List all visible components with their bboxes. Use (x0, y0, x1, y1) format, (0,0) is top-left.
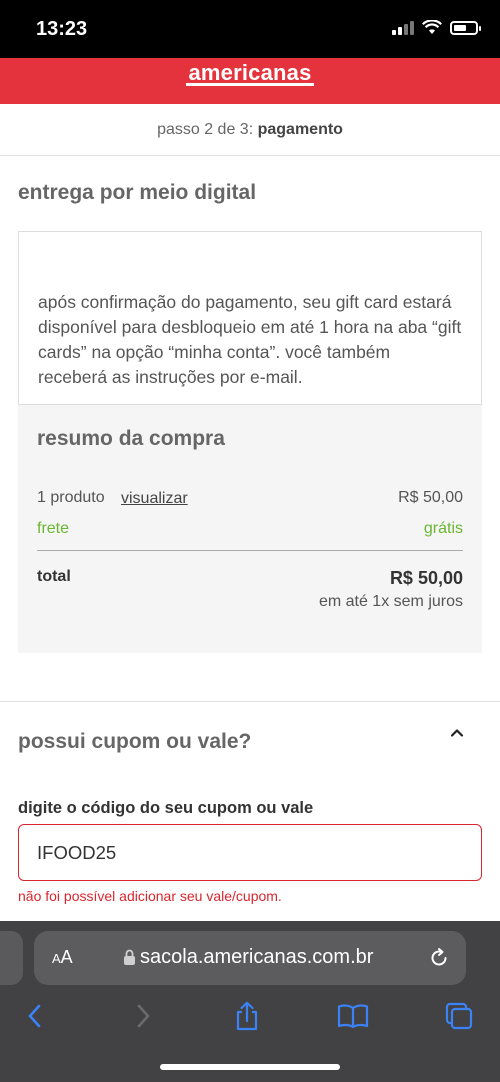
status-bar: 13:23 (0, 0, 500, 58)
home-indicator (160, 1064, 340, 1070)
previous-tab-preview[interactable] (0, 931, 23, 985)
products-count: 1 produto (37, 489, 105, 506)
products-value: R$ 50,00 (398, 489, 463, 506)
chevron-up-icon[interactable] (448, 724, 466, 742)
delivery-message: após confirmação do pagamento, seu gift … (38, 292, 462, 387)
status-icons (392, 20, 481, 35)
lock-icon (124, 949, 135, 965)
shipping-label: frete (37, 520, 70, 537)
forward-button[interactable] (126, 999, 160, 1033)
cellular-signal-icon (392, 20, 414, 35)
reload-icon[interactable] (428, 947, 450, 969)
tabs-button[interactable] (442, 999, 476, 1033)
total-label: total (37, 568, 71, 585)
reader-options-button[interactable]: AA (52, 947, 73, 968)
chevron-right-icon (137, 1004, 150, 1028)
view-products-link[interactable]: visualizar (121, 490, 188, 508)
bookmarks-button[interactable] (336, 999, 370, 1033)
chevron-left-icon (28, 1004, 41, 1028)
delivery-info-box: após confirmação do pagamento, seu gift … (18, 231, 482, 405)
installments-text: em até 1x sem juros (318, 593, 463, 610)
coupon-field-label: digite o código do seu cupom ou vale (18, 799, 314, 817)
purchase-summary: resumo da compra 1 produto visualizar R$… (18, 405, 482, 653)
share-icon (236, 1001, 258, 1031)
checkout-step-indicator: passo 2 de 3: pagamento (0, 104, 500, 156)
status-time: 13:23 (36, 18, 88, 40)
browser-bottom-bar: AA sacola.americanas.com.br (0, 921, 500, 1082)
delivery-title: entrega por meio digital (18, 181, 257, 204)
tabs-icon (445, 1002, 473, 1030)
brand-header: americanas (0, 58, 500, 104)
coupon-error-message: não foi possível adicionar seu vale/cupo… (18, 888, 282, 904)
battery-icon (450, 20, 481, 35)
step-name: pagamento (257, 121, 343, 138)
step-prefix: passo 2 de 3: (157, 121, 254, 138)
url-text: sacola.americanas.com.br (140, 946, 374, 968)
americanas-logo[interactable]: americanas (0, 60, 500, 86)
shipping-value: grátis (423, 520, 463, 537)
coupon-input[interactable] (18, 824, 482, 881)
address-bar[interactable]: AA sacola.americanas.com.br (34, 931, 466, 985)
wifi-icon (422, 20, 442, 34)
total-value: R$ 50,00 (389, 568, 463, 588)
back-button[interactable] (18, 999, 52, 1033)
book-icon (337, 1004, 369, 1029)
share-button[interactable] (230, 999, 264, 1033)
summary-title: resumo da compra (37, 427, 225, 450)
coupon-title[interactable]: possui cupom ou vale? (18, 730, 251, 754)
summary-divider (37, 550, 463, 551)
section-divider (0, 701, 500, 702)
